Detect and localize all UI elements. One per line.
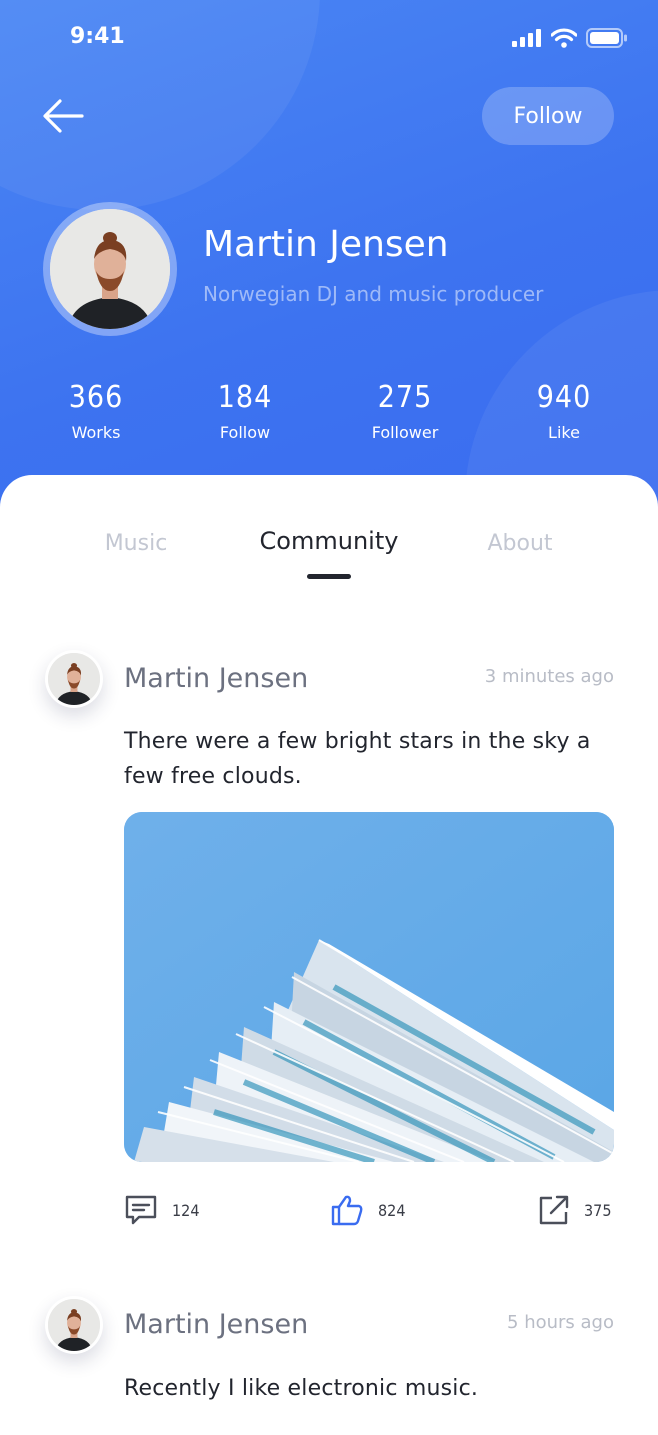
stat-value: 940 xyxy=(536,380,592,415)
profile-avatar[interactable] xyxy=(43,202,177,336)
status-bar: 9:41 xyxy=(0,0,658,80)
profile-header: 9:41 Follow Martin Jensen Norwegian DJ a… xyxy=(0,0,658,540)
follow-button[interactable]: Follow xyxy=(482,87,614,145)
building-photo xyxy=(124,812,614,1162)
post-author[interactable]: Martin Jensen xyxy=(124,1309,308,1340)
profile-subtitle: Norwegian DJ and music producer xyxy=(203,282,544,306)
stat-like[interactable]: 940 Like xyxy=(484,380,644,442)
avatar-photo xyxy=(50,209,170,329)
stat-label: Works xyxy=(71,423,121,442)
post-avatar[interactable] xyxy=(45,1296,103,1354)
post-actions: 124 824 375 xyxy=(0,1194,658,1230)
comment-count: 124 xyxy=(172,1200,200,1220)
comment-icon xyxy=(125,1195,157,1225)
share-button[interactable]: 375 xyxy=(538,1194,611,1226)
stat-value: 184 xyxy=(217,380,273,415)
back-button[interactable] xyxy=(40,94,86,140)
post-text: Recently I like electronic music. xyxy=(124,1376,479,1401)
status-time: 9:41 xyxy=(70,24,125,49)
person-illustration xyxy=(48,653,100,705)
stat-value: 366 xyxy=(68,380,124,415)
post-image[interactable] xyxy=(124,812,614,1162)
stat-label: Follow xyxy=(219,423,271,442)
person-illustration xyxy=(48,1299,100,1351)
share-count: 375 xyxy=(584,1200,612,1220)
post-author[interactable]: Martin Jensen xyxy=(124,663,308,694)
profile-name: Martin Jensen xyxy=(203,224,449,265)
active-tab-indicator xyxy=(307,574,351,579)
stat-follow[interactable]: 184 Follow xyxy=(165,380,325,442)
battery-icon xyxy=(586,28,627,48)
signal-icon xyxy=(512,29,541,47)
post-text: There were a few bright stars in the sky… xyxy=(124,729,591,789)
person-illustration xyxy=(50,209,170,329)
comment-button[interactable]: 124 xyxy=(124,1194,199,1226)
like-button[interactable]: 824 xyxy=(330,1194,405,1226)
stat-label: Like xyxy=(548,423,580,442)
post-time: 3 minutes ago xyxy=(484,666,614,687)
stat-value: 275 xyxy=(377,380,433,415)
stat-follower[interactable]: 275 Follower xyxy=(325,380,485,442)
like-count: 824 xyxy=(378,1200,406,1220)
tab-music[interactable]: Music xyxy=(105,531,168,556)
back-arrow-icon xyxy=(43,99,84,133)
post-avatar[interactable] xyxy=(45,650,103,708)
thumbs-up-icon xyxy=(331,1195,363,1226)
stat-label: Follower xyxy=(371,423,439,442)
stat-works[interactable]: 366 Works xyxy=(16,380,176,442)
post-time: 5 hours ago xyxy=(507,1312,614,1333)
tab-community[interactable]: Community xyxy=(260,527,399,555)
wifi-icon xyxy=(551,28,577,48)
share-icon xyxy=(539,1195,569,1225)
tab-about[interactable]: About xyxy=(487,531,552,556)
